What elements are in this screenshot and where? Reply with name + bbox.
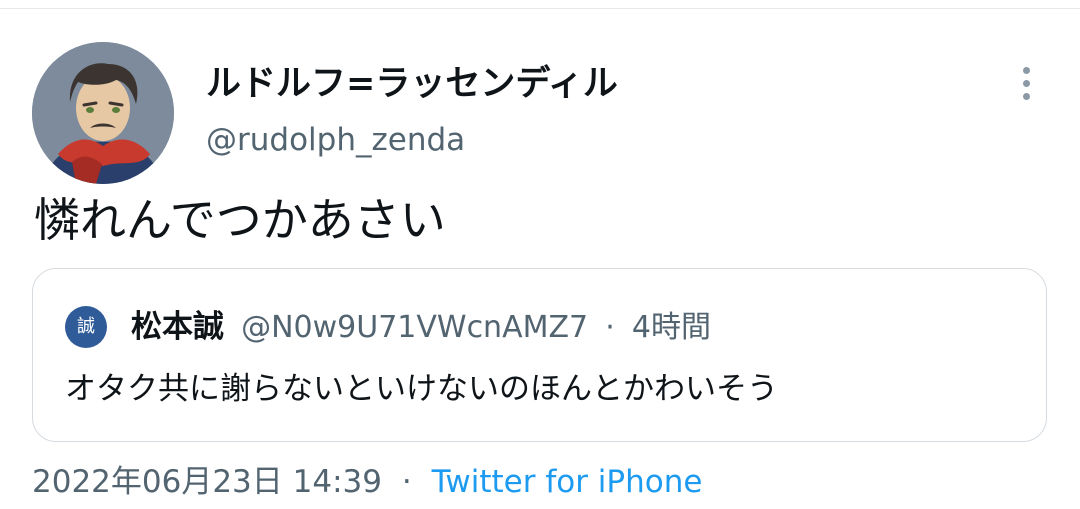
quote-author-name: 松本誠	[131, 309, 224, 345]
tweet-text: 憐れんでつかあさい	[34, 193, 446, 247]
tweet-timestamp: 2022年06月23日 14:39	[32, 464, 382, 500]
quote-header: 松本誠 @N0w9U71VWcnAMZ7 · 4時間	[131, 305, 711, 354]
author-avatar[interactable]	[32, 42, 174, 184]
quoted-tweet-card[interactable]: 誠 松本誠 @N0w9U71VWcnAMZ7 · 4時間 オタク共に謝らないとい…	[32, 268, 1047, 442]
quote-author-avatar: 誠	[65, 306, 107, 348]
source-link[interactable]: Twitter for iPhone	[432, 464, 703, 500]
quote-time: 4時間	[631, 310, 711, 345]
tweet-detail: ルドルフ=ラッセンディル @rudolph_zenda 憐れんでつかあさい 誠 …	[0, 0, 1080, 509]
meta-separator: ·	[401, 464, 412, 500]
author-display-name[interactable]: ルドルフ=ラッセンディル	[206, 62, 618, 106]
quote-text: オタク共に謝らないといけないのほんとかわいそう	[65, 371, 778, 407]
author-handle[interactable]: @rudolph_zenda	[206, 118, 465, 162]
quote-separator: ·	[605, 310, 615, 345]
more-vertical-icon[interactable]	[1006, 62, 1046, 106]
tweet-meta: 2022年06月23日 14:39 · Twitter for iPhone	[32, 460, 702, 504]
character-portrait-icon	[32, 42, 174, 184]
top-divider	[0, 8, 1080, 9]
quote-author-handle: @N0w9U71VWcnAMZ7	[241, 310, 589, 345]
